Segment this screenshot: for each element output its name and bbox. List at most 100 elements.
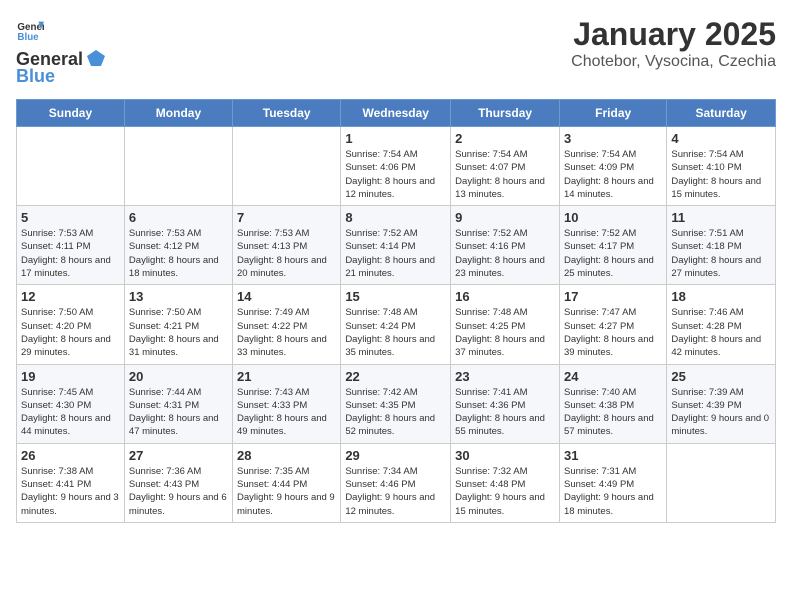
calendar-title: January 2025: [571, 16, 776, 53]
calendar-cell: 9Sunrise: 7:52 AM Sunset: 4:16 PM Daylig…: [451, 206, 560, 285]
day-number: 12: [21, 289, 120, 304]
calendar-cell: 5Sunrise: 7:53 AM Sunset: 4:11 PM Daylig…: [17, 206, 125, 285]
calendar-cell: 2 Sunrise: 7:54 AM Sunset: 4:07 PM Daylig…: [451, 127, 560, 206]
calendar-cell: 17 Sunrise: 7:47 AM Sunset: 4:27 PM Dayli…: [559, 285, 666, 364]
day-info: Sunrise: 7:54 AM Sunset: 4:07 PM Dayligh…: [455, 148, 555, 201]
weekday-header-tuesday: Tuesday: [233, 100, 341, 127]
day-number: 10: [564, 210, 662, 225]
calendar-cell: 18 Sunrise: 7:46 AM Sunset: 4:28 PM Dayli…: [667, 285, 776, 364]
day-number: 25: [671, 369, 771, 384]
day-info: Sunrise: 7:32 AM Sunset: 4:48 PM Dayligh…: [455, 465, 555, 518]
day-number: 5: [21, 210, 120, 225]
calendar-body: 1 Sunrise: 7:54 AM Sunset: 4:06 PM Daylig…: [17, 127, 776, 523]
day-number: 6: [129, 210, 228, 225]
day-info: Sunrise: 7:53 AM Sunset: 4:13 PM Dayligh…: [237, 227, 336, 280]
day-info: Sunrise: 7:52 AM Sunset: 4:14 PM Dayligh…: [345, 227, 446, 280]
calendar-cell: [17, 127, 125, 206]
day-number: 3: [564, 131, 662, 146]
day-number: 20: [129, 369, 228, 384]
day-info: Sunrise: 7:34 AM Sunset: 4:46 PM Dayligh…: [345, 465, 446, 518]
svg-text:Blue: Blue: [17, 32, 39, 43]
day-number: 26: [21, 448, 120, 463]
day-info: Sunrise: 7:47 AM Sunset: 4:27 PM Dayligh…: [564, 306, 662, 359]
logo: General Blue General Blue: [16, 16, 107, 87]
day-info: Sunrise: 7:31 AM Sunset: 4:49 PM Dayligh…: [564, 465, 662, 518]
calendar-cell: 12 Sunrise: 7:50 AM Sunset: 4:20 PM Dayli…: [17, 285, 125, 364]
day-info: Sunrise: 7:36 AM Sunset: 4:43 PM Dayligh…: [129, 465, 228, 518]
weekday-header-wednesday: Wednesday: [341, 100, 451, 127]
calendar-cell: 13Sunrise: 7:50 AM Sunset: 4:21 PM Dayli…: [124, 285, 232, 364]
calendar-cell: 10 Sunrise: 7:52 AM Sunset: 4:17 PM Dayli…: [559, 206, 666, 285]
calendar-header: SundayMondayTuesdayWednesdayThursdayFrid…: [17, 100, 776, 127]
day-info: Sunrise: 7:46 AM Sunset: 4:28 PM Dayligh…: [671, 306, 771, 359]
logo-flag-icon: [85, 48, 107, 70]
day-info: Sunrise: 7:43 AM Sunset: 4:33 PM Dayligh…: [237, 386, 336, 439]
calendar-week-row: 12 Sunrise: 7:50 AM Sunset: 4:20 PM Dayli…: [17, 285, 776, 364]
day-number: 11: [671, 210, 771, 225]
day-info: Sunrise: 7:50 AM Sunset: 4:20 PM Dayligh…: [21, 306, 120, 359]
calendar-cell: 1 Sunrise: 7:54 AM Sunset: 4:06 PM Daylig…: [341, 127, 451, 206]
day-info: Sunrise: 7:54 AM Sunset: 4:09 PM Dayligh…: [564, 148, 662, 201]
calendar-cell: 20Sunrise: 7:44 AM Sunset: 4:31 PM Dayli…: [124, 364, 232, 443]
day-number: 24: [564, 369, 662, 384]
day-info: Sunrise: 7:45 AM Sunset: 4:30 PM Dayligh…: [21, 386, 120, 439]
calendar-week-row: 5Sunrise: 7:53 AM Sunset: 4:11 PM Daylig…: [17, 206, 776, 285]
day-number: 14: [237, 289, 336, 304]
calendar-cell: 22 Sunrise: 7:42 AM Sunset: 4:35 PM Dayli…: [341, 364, 451, 443]
day-info: Sunrise: 7:48 AM Sunset: 4:25 PM Dayligh…: [455, 306, 555, 359]
page-header: General Blue General Blue January 2025 C…: [16, 16, 776, 87]
calendar-cell: 29 Sunrise: 7:34 AM Sunset: 4:46 PM Dayli…: [341, 443, 451, 522]
day-number: 22: [345, 369, 446, 384]
calendar-cell: 23 Sunrise: 7:41 AM Sunset: 4:36 PM Dayli…: [451, 364, 560, 443]
calendar-cell: [233, 127, 341, 206]
day-info: Sunrise: 7:42 AM Sunset: 4:35 PM Dayligh…: [345, 386, 446, 439]
calendar-cell: 4Sunrise: 7:54 AM Sunset: 4:10 PM Daylig…: [667, 127, 776, 206]
day-number: 19: [21, 369, 120, 384]
day-info: Sunrise: 7:41 AM Sunset: 4:36 PM Dayligh…: [455, 386, 555, 439]
day-info: Sunrise: 7:38 AM Sunset: 4:41 PM Dayligh…: [21, 465, 120, 518]
calendar-cell: 3 Sunrise: 7:54 AM Sunset: 4:09 PM Daylig…: [559, 127, 666, 206]
day-info: Sunrise: 7:54 AM Sunset: 4:06 PM Dayligh…: [345, 148, 446, 201]
day-info: Sunrise: 7:35 AM Sunset: 4:44 PM Dayligh…: [237, 465, 336, 518]
day-info: Sunrise: 7:39 AM Sunset: 4:39 PM Dayligh…: [671, 386, 771, 439]
day-info: Sunrise: 7:54 AM Sunset: 4:10 PM Dayligh…: [671, 148, 771, 201]
day-info: Sunrise: 7:52 AM Sunset: 4:17 PM Dayligh…: [564, 227, 662, 280]
calendar-cell: 15 Sunrise: 7:48 AM Sunset: 4:24 PM Dayli…: [341, 285, 451, 364]
day-number: 7: [237, 210, 336, 225]
calendar-cell: 24Sunrise: 7:40 AM Sunset: 4:38 PM Dayli…: [559, 364, 666, 443]
day-number: 27: [129, 448, 228, 463]
calendar-cell: 8Sunrise: 7:52 AM Sunset: 4:14 PM Daylig…: [341, 206, 451, 285]
day-number: 29: [345, 448, 446, 463]
logo-icon: General Blue: [16, 16, 44, 44]
calendar-cell: 30 Sunrise: 7:32 AM Sunset: 4:48 PM Dayli…: [451, 443, 560, 522]
calendar-cell: 31 Sunrise: 7:31 AM Sunset: 4:49 PM Dayli…: [559, 443, 666, 522]
day-number: 15: [345, 289, 446, 304]
calendar-cell: 14 Sunrise: 7:49 AM Sunset: 4:22 PM Dayli…: [233, 285, 341, 364]
day-number: 2: [455, 131, 555, 146]
calendar-week-row: 1 Sunrise: 7:54 AM Sunset: 4:06 PM Daylig…: [17, 127, 776, 206]
day-number: 30: [455, 448, 555, 463]
calendar-cell: [124, 127, 232, 206]
calendar-table: SundayMondayTuesdayWednesdayThursdayFrid…: [16, 99, 776, 523]
day-info: Sunrise: 7:49 AM Sunset: 4:22 PM Dayligh…: [237, 306, 336, 359]
day-number: 16: [455, 289, 555, 304]
day-number: 23: [455, 369, 555, 384]
calendar-cell: 28 Sunrise: 7:35 AM Sunset: 4:44 PM Dayli…: [233, 443, 341, 522]
day-info: Sunrise: 7:48 AM Sunset: 4:24 PM Dayligh…: [345, 306, 446, 359]
calendar-cell: 6Sunrise: 7:53 AM Sunset: 4:12 PM Daylig…: [124, 206, 232, 285]
calendar-cell: 19 Sunrise: 7:45 AM Sunset: 4:30 PM Dayli…: [17, 364, 125, 443]
day-number: 31: [564, 448, 662, 463]
calendar-cell: 16 Sunrise: 7:48 AM Sunset: 4:25 PM Dayli…: [451, 285, 560, 364]
day-info: Sunrise: 7:51 AM Sunset: 4:18 PM Dayligh…: [671, 227, 771, 280]
calendar-cell: 21Sunrise: 7:43 AM Sunset: 4:33 PM Dayli…: [233, 364, 341, 443]
day-number: 28: [237, 448, 336, 463]
calendar-cell: 26 Sunrise: 7:38 AM Sunset: 4:41 PM Dayli…: [17, 443, 125, 522]
day-number: 1: [345, 131, 446, 146]
day-number: 9: [455, 210, 555, 225]
weekday-header-thursday: Thursday: [451, 100, 560, 127]
calendar-cell: 7 Sunrise: 7:53 AM Sunset: 4:13 PM Daylig…: [233, 206, 341, 285]
day-number: 17: [564, 289, 662, 304]
weekday-header-friday: Friday: [559, 100, 666, 127]
day-number: 18: [671, 289, 771, 304]
calendar-cell: [667, 443, 776, 522]
